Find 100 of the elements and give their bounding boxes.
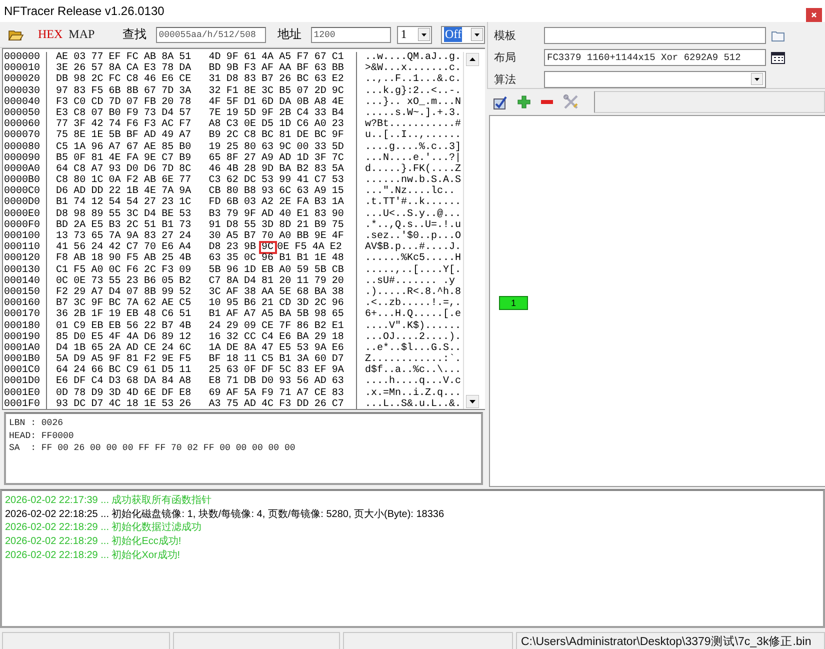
hex-byte: 64: [56, 164, 70, 175]
dropdown-arrow-icon[interactable]: [471, 28, 483, 41]
log-entry: 2026-02-02 22:18:29 ... 初始化Xor成功!: [5, 548, 182, 562]
hex-byte: DA: [144, 376, 157, 388]
view-tab[interactable]: MAP: [68, 27, 95, 42]
hex-byte: 20: [332, 276, 345, 287]
ascii-text: ....g....%.c..3]: [365, 142, 462, 152]
hex-byte: E3: [56, 108, 70, 119]
hex-byte: 15: [332, 186, 345, 198]
hex-byte: 55: [244, 220, 257, 231]
hex-byte: 2A: [74, 220, 87, 231]
hex-byte: 81: [126, 354, 140, 366]
hex-byte: F3: [279, 398, 292, 410]
hex-byte: DB: [244, 376, 257, 388]
hex-byte: 09: [244, 320, 257, 332]
scroll-down-icon[interactable]: [466, 395, 479, 408]
hex-byte: 7E: [208, 108, 222, 119]
window-title: NFTracer Release v1.26.0130: [4, 4, 166, 18]
hex-byte: FA: [296, 197, 310, 209]
ascii-text: ....h....q...V.c: [365, 376, 462, 388]
hex-byte: 83: [314, 208, 328, 220]
dropdown-arrow-icon[interactable]: [751, 73, 763, 86]
hex-byte: 23: [332, 119, 345, 130]
hex-byte: 0C: [108, 264, 122, 276]
hex-byte: 70: [262, 231, 275, 242]
hex-byte: B9: [179, 152, 192, 164]
hex-byte: 2E: [279, 197, 292, 209]
hex-byte: CD: [91, 96, 104, 108]
hex-byte: C9: [126, 365, 140, 376]
search-field[interactable]: 000055aa/h/512/508: [156, 26, 266, 42]
hex-byte: AD: [126, 342, 140, 354]
dropdown-arrow-icon[interactable]: [418, 28, 430, 41]
table-icon[interactable]: [771, 50, 785, 64]
dropdown[interactable]: Off: [441, 26, 485, 44]
hex-byte: C9: [74, 320, 87, 332]
hex-byte: D5: [262, 119, 275, 130]
dropdown[interactable]: 1: [396, 26, 432, 44]
hex-byte: 6B: [108, 86, 122, 97]
hex-byte: 73: [91, 276, 104, 287]
hex-byte: 5B: [108, 130, 122, 142]
hex-byte: D4: [56, 342, 70, 354]
edit-check-icon[interactable]: [493, 94, 508, 110]
folder-icon[interactable]: [771, 28, 785, 43]
offset-cell-text: 0000B0: [4, 175, 42, 186]
add-icon[interactable]: [517, 95, 531, 109]
ascii-text: Z............:`.: [365, 354, 462, 366]
hex-byte: 49: [162, 130, 175, 142]
hex-byte: 47: [262, 342, 275, 354]
hex-byte: F5: [126, 253, 140, 265]
hex-byte: 75: [226, 398, 240, 410]
template-field[interactable]: [544, 27, 766, 44]
address-field[interactable]: 1200: [310, 26, 391, 42]
hex-byte: BA: [314, 286, 328, 298]
ascii-text: w?Bt...........#: [365, 119, 462, 130]
hex-byte: 0C: [56, 276, 70, 287]
hex-byte: 30: [208, 231, 222, 242]
hex-byte: 77: [91, 52, 104, 63]
hex-byte: 53: [296, 342, 310, 354]
map-block[interactable]: 1: [499, 296, 528, 310]
ascii-text: ..,..F..1...&.c.: [365, 74, 462, 86]
hex-byte: 9F: [262, 108, 275, 119]
layout-field[interactable]: FC3379 1160+1144x15 Xor 6292A9 512: [544, 49, 766, 66]
hex-byte: 7A: [126, 298, 140, 310]
hex-byte: C7: [126, 242, 140, 254]
hex-byte: E5: [279, 342, 292, 354]
hex-byte: 1D: [279, 119, 292, 130]
hex-byte: 3D: [262, 220, 275, 231]
view-tab[interactable]: HEX: [38, 27, 63, 42]
hex-byte: AD: [244, 398, 257, 410]
tools-icon[interactable]: [563, 94, 579, 110]
hex-byte: DE: [296, 130, 310, 142]
hex-byte: AB: [74, 253, 87, 265]
hex-byte: 24: [162, 342, 175, 354]
hex-byte: C5: [179, 298, 192, 310]
hex-byte: BB: [332, 63, 345, 74]
hex-byte: D4: [108, 286, 122, 298]
ascii-text: .*..,Q.s..U=.!.u: [365, 220, 462, 231]
hex-byte: 2C: [144, 264, 157, 276]
scroll-up-icon[interactable]: [466, 53, 479, 66]
hex-byte: 4A: [262, 52, 275, 63]
hex-byte: E8: [208, 376, 222, 388]
file-path: C:\Users\Administrator\Desktop\3379测试\7c_3k修正.bin: [516, 632, 825, 649]
hex-byte: 26: [314, 398, 328, 410]
hex-byte: 9E: [162, 354, 175, 366]
hex-byte: EB: [108, 320, 122, 332]
log-entry: 2026-02-02 22:18:29 ... 初始化数据过滤成功: [5, 521, 203, 536]
ascii-text: AV$B.p...#....J.: [365, 242, 462, 254]
hex-byte: 6C: [279, 186, 292, 198]
offset-cell-text: 0000A0: [4, 164, 42, 175]
close-icon[interactable]: [806, 8, 822, 22]
hex-byte: 11: [244, 354, 257, 366]
hex-byte: F7: [296, 52, 310, 63]
hex-byte: 0A: [108, 175, 122, 186]
hex-byte: BC: [262, 130, 275, 142]
hex-byte: 1E: [314, 253, 328, 265]
hex-byte: 3F: [74, 119, 87, 130]
hex-byte: 57: [179, 108, 192, 119]
open-folder-icon[interactable]: [8, 28, 24, 42]
hex-byte: 8E: [244, 86, 257, 97]
hex-byte: C7: [162, 152, 175, 164]
